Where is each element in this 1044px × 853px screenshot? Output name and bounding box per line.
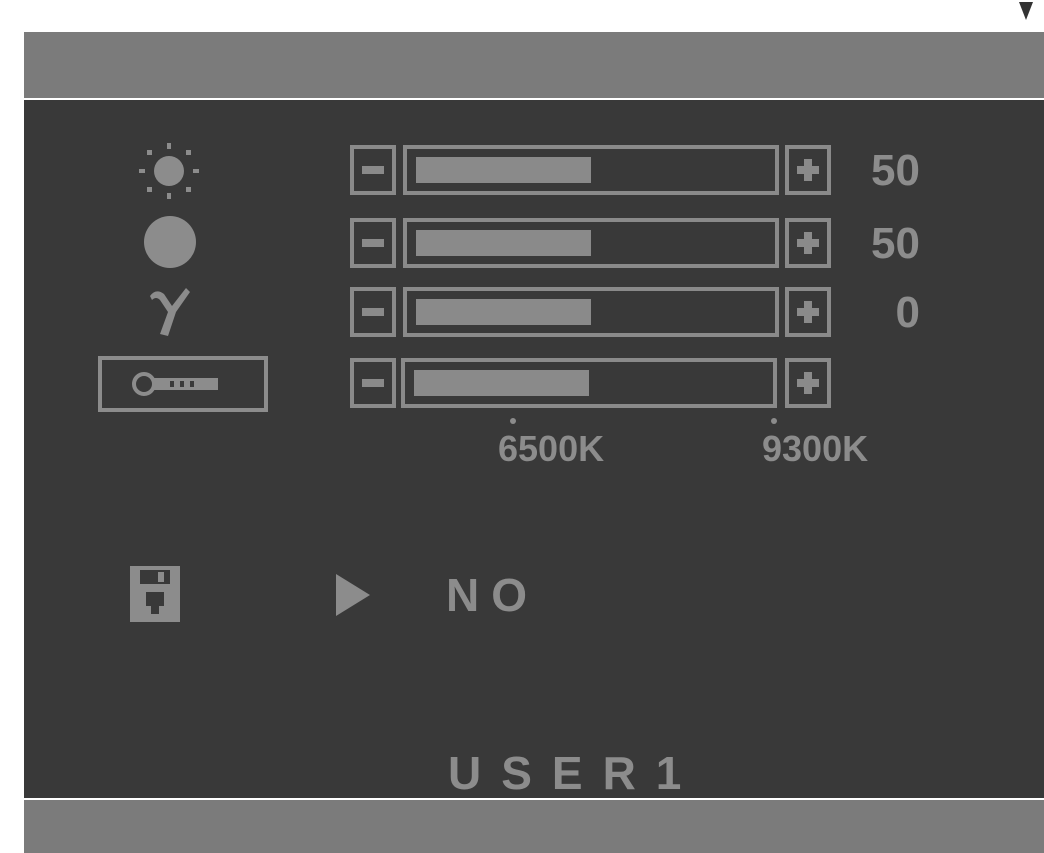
brightness-value: 50 — [871, 146, 920, 195]
color-temperature-icon — [98, 356, 268, 412]
contrast-circle-icon — [144, 216, 196, 268]
color-temperature-slider[interactable] — [401, 358, 777, 408]
gamma-symbol-icon — [150, 288, 190, 336]
brightness-increase-button[interactable] — [785, 145, 831, 195]
gamma-slider[interactable] — [403, 287, 779, 337]
bottom-band — [24, 800, 1044, 853]
save-option-value[interactable]: NO — [446, 568, 539, 622]
brightness-decrease-button[interactable] — [350, 145, 396, 195]
contrast-slider[interactable] — [403, 218, 779, 268]
gamma-value: 0 — [895, 288, 920, 337]
gamma-slider-fill — [416, 299, 591, 325]
brightness-sun-icon — [139, 143, 199, 199]
corner-marker-icon — [1019, 2, 1033, 20]
tick-label-6500k: 6500K — [498, 428, 605, 469]
tick-marker-9300k — [771, 418, 777, 424]
brightness-slider-fill — [416, 157, 591, 183]
mode-label: USER1 — [448, 747, 702, 799]
contrast-decrease-button[interactable] — [350, 218, 396, 268]
color-temperature-increase-button[interactable] — [785, 358, 831, 408]
top-menu-band — [24, 32, 1044, 98]
triangle-right-icon[interactable] — [334, 572, 372, 618]
contrast-slider-fill — [416, 230, 591, 256]
save-floppy-icon — [130, 566, 180, 622]
color-temperature-slider-fill — [414, 370, 589, 396]
color-temperature-decrease-button[interactable] — [350, 358, 396, 408]
gamma-decrease-button[interactable] — [350, 287, 396, 337]
tick-marker-6500k — [510, 418, 516, 424]
tick-label-9300k: 9300K — [762, 428, 869, 469]
brightness-slider[interactable] — [403, 145, 779, 195]
contrast-value: 50 — [871, 219, 920, 268]
contrast-increase-button[interactable] — [785, 218, 831, 268]
gamma-increase-button[interactable] — [785, 287, 831, 337]
